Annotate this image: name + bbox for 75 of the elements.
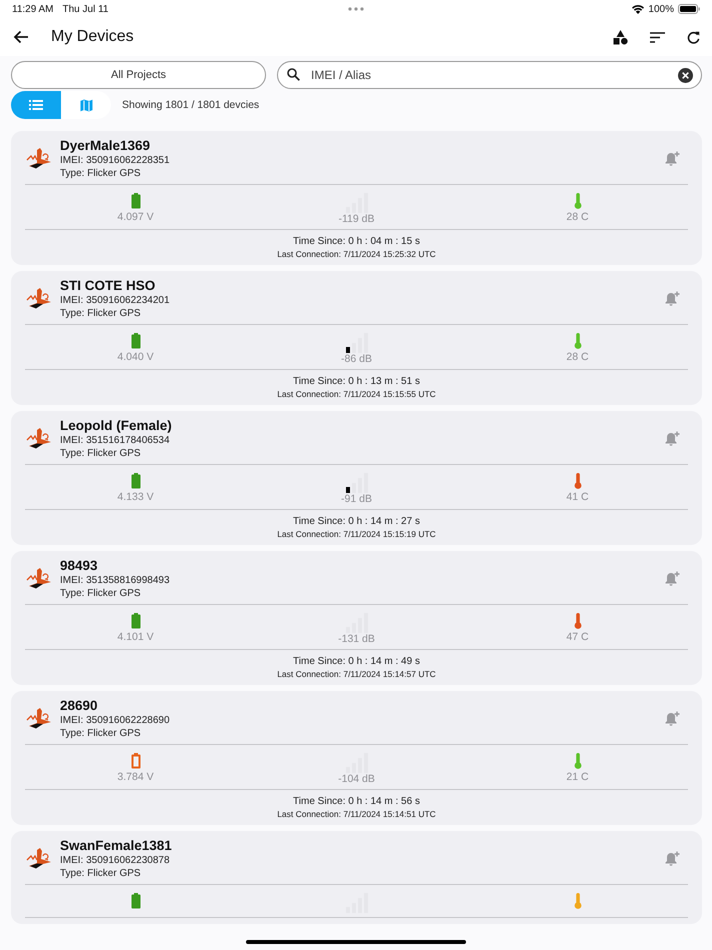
signal-reading: -131 dB [338, 633, 375, 645]
clear-icon[interactable] [678, 68, 693, 82]
device-count: Showing 1801 / 1801 devcies [122, 99, 260, 111]
last-connection: Last Connection: 7/11/2024 15:25:32 UTC [277, 249, 436, 259]
device-type: Type: Flicker GPS [60, 168, 142, 179]
temperature-reading: 41 C [566, 491, 589, 503]
map-icon [80, 98, 92, 112]
device-name: 28690 [60, 698, 99, 713]
last-connection: Last Connection: 7/11/2024 15:15:55 UTC [277, 389, 436, 399]
device-type: Type: Flicker GPS [60, 308, 142, 319]
device-type: Type: Flicker GPS [60, 868, 142, 879]
sort-icon[interactable] [650, 32, 665, 42]
time-since: Time Since: 0 h : 04 m : 15 s [293, 236, 420, 247]
add-alert-bell-icon[interactable] [665, 571, 680, 586]
temperature-reading: 28 C [566, 351, 589, 363]
time-since: Time Since: 0 h : 14 m : 49 s [293, 656, 420, 667]
device-imei: IMEI: 350916062228351 [60, 155, 171, 166]
battery-voltage: 4.133 V [117, 491, 154, 503]
temperature-reading: 28 C [566, 211, 589, 223]
time-since: Time Since: 0 h : 14 m : 56 s [293, 796, 420, 807]
signal-reading: -104 dB [338, 773, 375, 785]
time-since: Time Since: 0 h : 14 m : 27 s [293, 516, 420, 527]
search-field[interactable]: IMEI / Alias [277, 61, 702, 89]
device-card[interactable]: 28690 IMEI: 350916062228690 Type: Flicker GPS 3.784 V -104 dB 21 C Time Since: 0 h : 14 m : 56 s Last Connection: 7/11/2024 15:14:51 UTC [11, 691, 702, 825]
device-card[interactable]: STI COTE HSO IMEI: 350916062234201 Type: Flicker GPS 4.040 V -86 dB 28 C Time Since: 0 h : 13 m : 51 s Last Connection: 7/11/2024 15:15:55 UTC [11, 271, 702, 405]
add-alert-bell-icon[interactable] [665, 431, 680, 446]
back-arrow-icon[interactable] [13, 30, 29, 44]
battery-icon [678, 4, 700, 14]
temperature-reading: 21 C [566, 771, 589, 783]
list-view-button[interactable] [11, 91, 61, 119]
refresh-icon[interactable] [687, 30, 700, 44]
wifi-icon [632, 4, 644, 14]
signal-reading: -119 dB [338, 213, 374, 225]
device-name: 98493 [60, 558, 99, 573]
device-card[interactable]: Leopold (Female) IMEI: 351516178406534 Type: Flicker GPS 4.133 V -91 dB 41 C Time Since: 0 h : 14 m : 27 s Last Connection: 7/11/2024 15:15:19 UTC [11, 411, 702, 545]
device-name: STI COTE HSO [60, 278, 156, 293]
temperature-reading: 47 C [566, 631, 589, 643]
list-icon [29, 100, 43, 110]
project-dropdown[interactable]: All Projects [11, 61, 266, 89]
search-icon [287, 68, 300, 81]
battery-voltage: 3.784 V [117, 771, 154, 783]
device-name: Leopold (Female) [60, 418, 173, 433]
map-view-button[interactable] [61, 91, 111, 119]
more-dots-icon [348, 7, 364, 11]
last-connection: Last Connection: 7/11/2024 15:14:57 UTC [277, 669, 436, 679]
shapes-icon[interactable] [613, 30, 628, 44]
device-imei: IMEI: 351516178406534 [60, 435, 171, 446]
battery-voltage: 4.040 V [117, 351, 154, 363]
add-alert-bell-icon[interactable] [665, 711, 680, 726]
page-title: My Devices [51, 28, 134, 46]
device-name: SwanFemale1381 [60, 838, 173, 853]
device-name: DyerMale1369 [60, 138, 152, 153]
device-imei: IMEI: 350916062230878 [60, 855, 171, 866]
battery-voltage: 4.097 V [117, 211, 154, 223]
battery-voltage: 4.101 V [117, 631, 154, 643]
last-connection: Last Connection: 7/11/2024 15:15:19 UTC [277, 529, 436, 539]
device-imei: IMEI: 351358816998493 [60, 575, 171, 586]
time-since: Time Since: 0 h : 13 m : 51 s [293, 376, 420, 387]
battery-percent: 100% [648, 4, 674, 14]
device-card[interactable]: SwanFemale1381 IMEI: 350916062230878 Type: Flicker GPS [11, 831, 702, 924]
status-time: 11:29 AM [12, 4, 54, 14]
device-imei: IMEI: 350916062234201 [60, 295, 171, 306]
device-type: Type: Flicker GPS [60, 448, 142, 459]
add-alert-bell-icon[interactable] [665, 151, 680, 166]
signal-reading: -86 dB [341, 353, 372, 365]
device-card[interactable]: DyerMale1369 IMEI: 350916062228351 Type: Flicker GPS 4.097 V -119 dB 28 C Time Since: 0 h : 04 m : 15 s Last Connection: 7/11/2024 15:25:32 UTC [11, 131, 702, 265]
add-alert-bell-icon[interactable] [665, 291, 680, 306]
add-alert-bell-icon[interactable] [665, 851, 680, 866]
status-date: Thu Jul 11 [62, 4, 108, 14]
signal-reading: -91 dB [341, 493, 372, 505]
device-type: Type: Flicker GPS [60, 588, 142, 599]
device-card[interactable]: 98493 IMEI: 351358816998493 Type: Flicker GPS 4.101 V -131 dB 47 C Time Since: 0 h : 14 m : 49 s Last Connection: 7/11/2024 15:14:57 UTC [11, 551, 702, 685]
device-imei: IMEI: 350916062228690 [60, 715, 171, 726]
last-connection: Last Connection: 7/11/2024 15:14:51 UTC [277, 809, 436, 819]
device-type: Type: Flicker GPS [60, 728, 142, 739]
